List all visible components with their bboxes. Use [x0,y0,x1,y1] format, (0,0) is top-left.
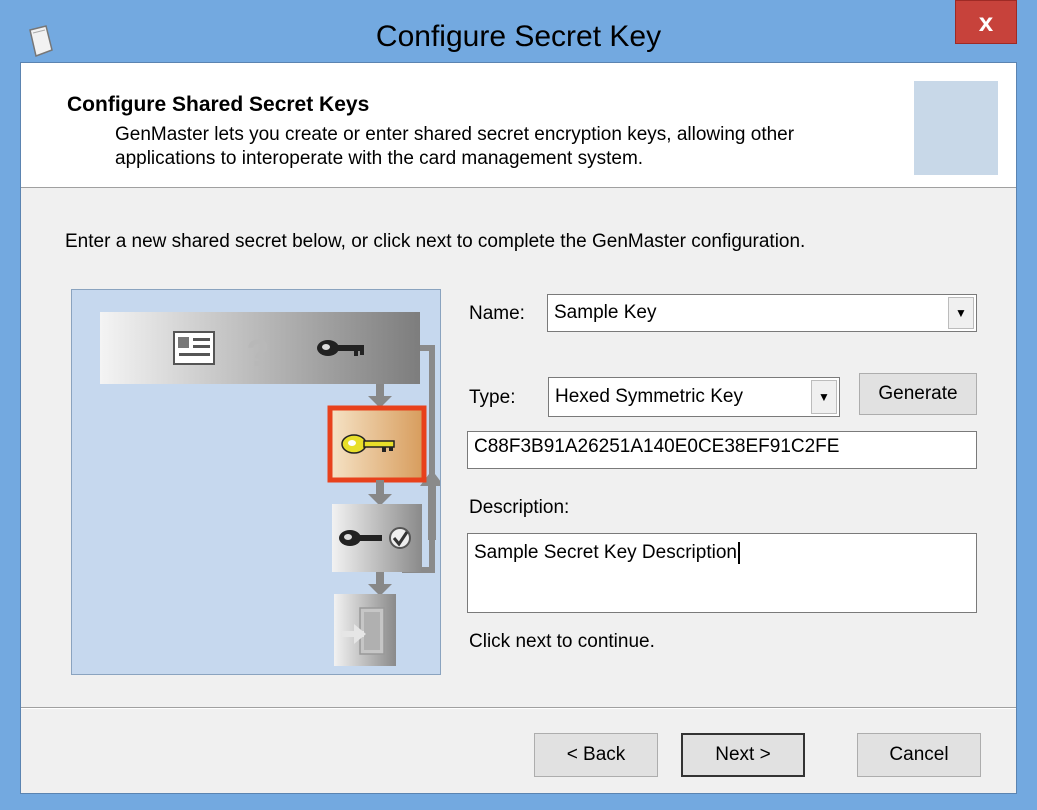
workflow-diagram: ? [100,312,444,666]
chevron-down-icon[interactable]: ▼ [811,380,837,414]
continue-hint: Click next to continue. [469,631,655,652]
wizard-header: Configure Shared Secret Keys GenMaster l… [21,63,1016,188]
id-card-icon [173,331,215,365]
intro-text: Enter a new shared secret below, or clic… [65,231,806,252]
window-title: Configure Secret Key [375,20,662,53]
chevron-down-icon[interactable]: ▼ [948,297,974,329]
question-mark-icon: ? [246,333,269,375]
text-cursor [737,542,740,564]
workflow-illustration: ? [71,289,444,675]
header-image [914,81,998,175]
name-value: Sample Key [554,302,657,323]
description-text: Sample Secret Key Description [474,542,737,564]
dialog-window: Configure Secret Key x Configure Shared … [0,0,1037,810]
cancel-button[interactable]: Cancel [857,733,981,777]
key-value-input[interactable]: C88F3B91A26251A140E0CE38EF91C2FE [467,431,977,469]
close-icon: x [978,6,994,37]
button-separator [21,707,1016,709]
type-label: Type: [469,387,516,408]
back-button[interactable]: < Back [534,733,658,777]
next-button[interactable]: Next > [681,733,805,777]
header-description: GenMaster lets you create or enter share… [115,124,795,169]
description-label: Description: [469,497,570,518]
dialog-client-area: Configure Shared Secret Keys GenMaster l… [20,62,1017,794]
generate-button[interactable]: Generate [859,373,977,415]
header-title: Configure Shared Secret Keys [67,93,370,116]
type-value: Hexed Symmetric Key [555,386,743,407]
close-button[interactable]: x [955,0,1017,44]
name-combobox[interactable]: Sample Key ▼ [547,294,977,332]
type-combobox[interactable]: Hexed Symmetric Key ▼ [548,377,840,417]
name-label: Name: [469,303,525,324]
description-textarea[interactable]: Sample Secret Key Description [467,533,977,613]
